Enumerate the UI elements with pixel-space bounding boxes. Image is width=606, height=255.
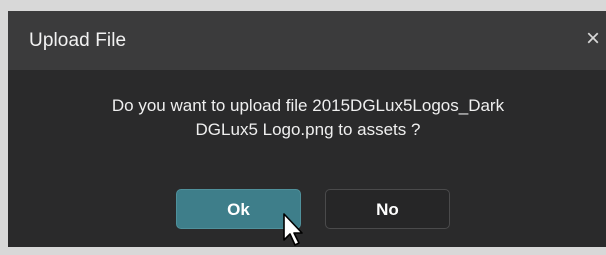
dialog-message: Do you want to upload file 2015DGLux5Log…: [28, 94, 588, 142]
dialog-message-line-1: Do you want to upload file 2015DGLux5Log…: [111, 96, 505, 115]
dialog-title: Upload File: [29, 30, 127, 51]
mouse-cursor-icon: [283, 213, 303, 246]
dialog-message-line-2: DGLux5 Logo.png to assets ?: [195, 120, 421, 139]
upload-file-dialog: Upload File × Do you want to upload file…: [8, 11, 606, 247]
close-icon[interactable]: ×: [586, 25, 606, 53]
dialog-title-bar: Upload File ×: [8, 11, 606, 70]
screenshot-frame: Upload File × Do you want to upload file…: [0, 0, 606, 255]
no-button[interactable]: No: [325, 189, 450, 229]
